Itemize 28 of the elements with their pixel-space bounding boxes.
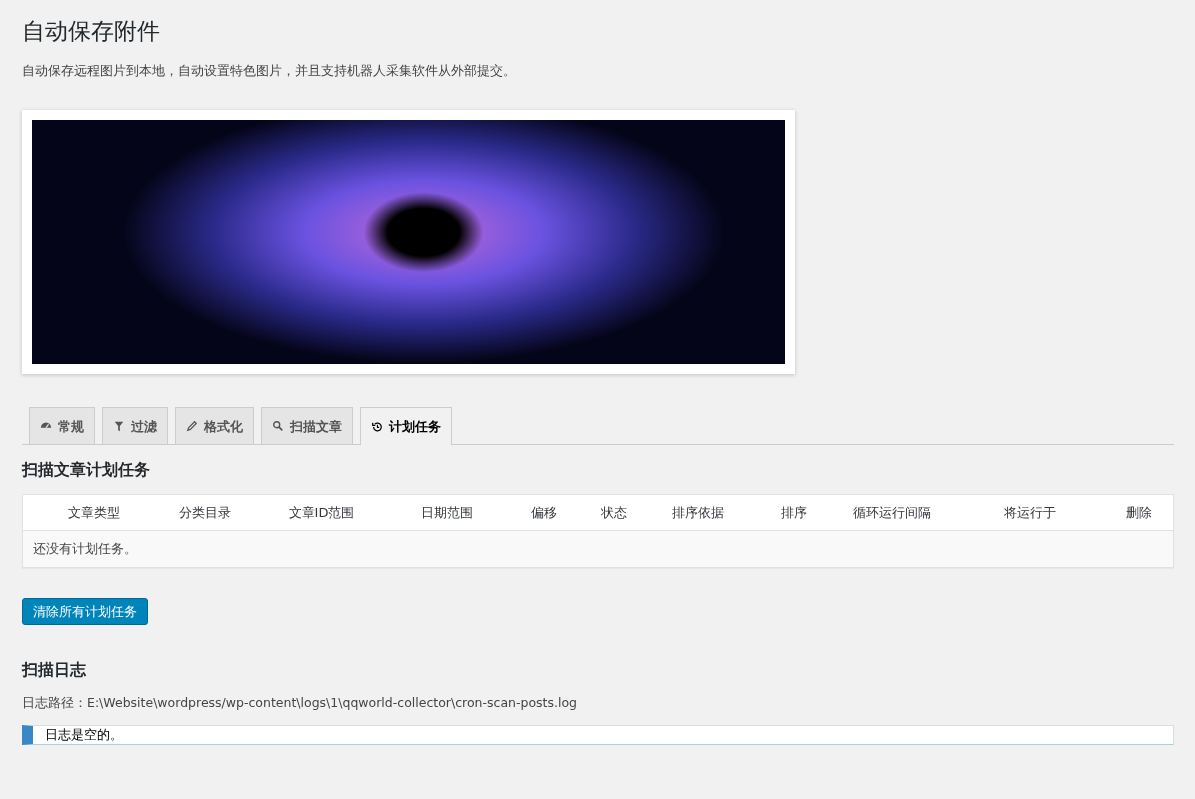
column-header: 排序 [779, 503, 808, 522]
column-header: 分类目录 [178, 503, 232, 522]
column-header: 文章类型 [67, 503, 121, 522]
tab[interactable]: 计划任务 [360, 407, 452, 446]
column-header: 将运行于 [1003, 503, 1057, 522]
search-icon [272, 420, 284, 433]
tab[interactable]: 常规 [29, 407, 95, 445]
column-header: 文章ID范围 [287, 503, 356, 522]
section-heading: 扫描文章计划任务 [22, 461, 151, 480]
log-output: 日志是空的。 [22, 724, 1174, 745]
tab[interactable]: 扫描文章 [261, 407, 353, 445]
column-header: 循环运行间隔 [852, 503, 932, 522]
tab[interactable]: 过滤 [102, 407, 168, 445]
column-header: 偏移 [529, 503, 558, 522]
column-header: 排序依据 [671, 503, 725, 522]
log-path-text: 日志路径：E:\Website\wordpress/wp-content\logs\1\qqworld-collector\cron-scan-posts.log [22, 694, 579, 713]
column-header: 状态 [600, 503, 628, 522]
history-icon [371, 420, 383, 433]
section-heading: 扫描日志 [22, 661, 87, 681]
column-header: 删除 [1125, 503, 1153, 522]
clear-button[interactable]: 清除所有计划任务 [22, 597, 148, 626]
empty-message: 还没有计划任务。 [33, 540, 137, 556]
page-title: 自动保存附件 [22, 18, 161, 46]
column-header: 日期范围 [419, 503, 474, 522]
funnel-icon [113, 420, 125, 433]
page-description: 自动保存远程图片到本地，自动设置特色图片，并且支持机器人采集软件从外部提交。 [22, 61, 517, 80]
pencil-icon [186, 420, 198, 433]
tab[interactable]: 格式化 [175, 407, 254, 445]
